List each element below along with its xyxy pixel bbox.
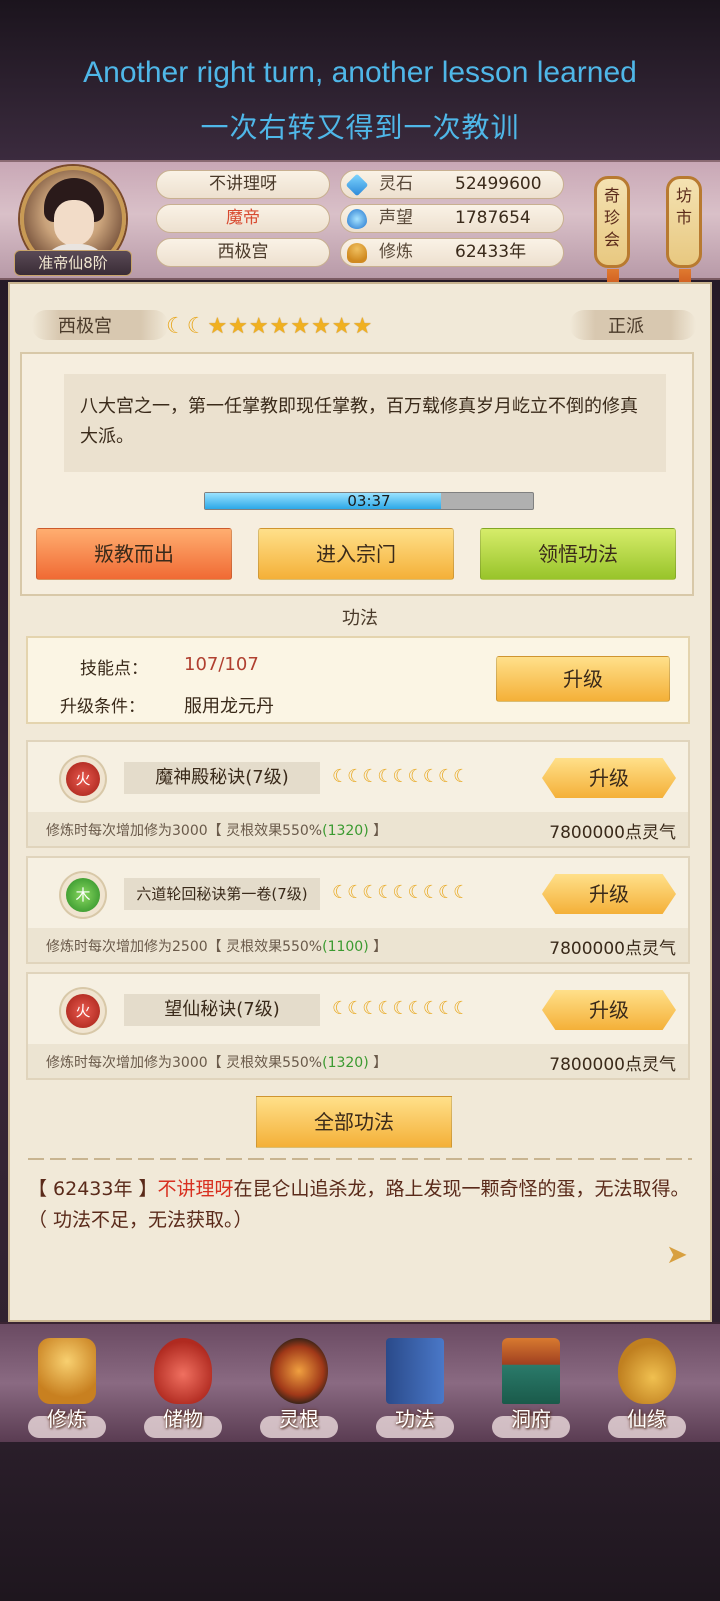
player-title: 魔帝: [156, 204, 330, 233]
all-skills-button[interactable]: 全部功法: [256, 1096, 452, 1148]
skill-upgrade-button[interactable]: 升级: [542, 758, 676, 798]
leave-sect-button[interactable]: 叛教而出: [36, 528, 232, 580]
skill-cost: 7800000点灵气: [549, 939, 676, 959]
skill-info: 修炼时每次增加修为3000【 灵根效果550%(1320) 】: [46, 823, 388, 839]
sect-info-box: 八大宫之一，第一任掌教即现任掌教，百万载修真岁月屹立不倒的修真大派。 03:37…: [20, 352, 694, 596]
scroll-book-icon: [386, 1338, 444, 1404]
upgrade-skill-points-button[interactable]: 升级: [496, 656, 670, 702]
upgrade-condition-value: 服用龙元丹: [184, 696, 274, 717]
sect-name: 西极宫: [58, 316, 112, 337]
wood-element-icon: 木: [66, 878, 100, 912]
skill-card: 火 魔神殿秘诀(7级) ☾☾☾☾☾☾☾☾☾ 升级 修炼时每次增加修为3000【 …: [26, 740, 690, 848]
skill-upgrade-button[interactable]: 升级: [542, 874, 676, 914]
spirit-stone-icon: [345, 173, 369, 197]
star-icon: ★★★★★★★★: [207, 314, 374, 339]
nav-item-storage[interactable]: 储物: [138, 1334, 228, 1438]
meditation-figure-icon: [38, 1338, 96, 1404]
skill-card: 火 望仙秘诀(7级) ☾☾☾☾☾☾☾☾☾ 升级 修炼时每次增加修为3000【 灵…: [26, 972, 690, 1080]
sect-description: 八大宫之一，第一任掌教即现任掌教，百万载修真岁月屹立不倒的修真大派。: [64, 374, 666, 472]
skill-info: 修炼时每次增加修为2500【 灵根效果550%(1100) 】: [46, 939, 388, 955]
gourd-icon: [618, 1338, 676, 1404]
sect-rating: ☾☾★★★★★★★★: [166, 314, 373, 339]
enter-sect-button[interactable]: 进入宗门: [258, 528, 454, 580]
meditation-icon: [347, 243, 367, 263]
player-name: 不讲理呀: [156, 170, 330, 199]
comprehend-skill-button[interactable]: 领悟功法: [480, 528, 676, 580]
spirit-root-icon: [270, 1338, 328, 1404]
stat-fame: 声望 1787654: [340, 204, 564, 233]
skill-name: 六道轮回秘诀第一卷(7级): [124, 878, 320, 910]
skill-upgrade-button[interactable]: 升级: [542, 990, 676, 1030]
nav-item-spirit-root[interactable]: 灵根: [254, 1334, 344, 1438]
treasure-fair-lantern-button[interactable]: 奇 珍 会: [594, 176, 630, 301]
timer-progress-bar: 03:37: [204, 492, 534, 510]
player-header: 准帝仙8阶 不讲理呀 魔帝 西极宫 灵石 52499600 声望 1787654…: [0, 160, 720, 301]
nav-item-skills[interactable]: 功法: [370, 1334, 460, 1438]
stat-spirit-stone: 灵石 52499600: [340, 170, 564, 199]
skill-card: 木 六道轮回秘诀第一卷(7级) ☾☾☾☾☾☾☾☾☾ 升级 修炼时每次增加修为25…: [26, 856, 690, 964]
skill-name: 魔神殿秘诀(7级): [124, 762, 320, 794]
skill-level-moons: ☾☾☾☾☾☾☾☾☾: [332, 998, 469, 1019]
fire-element-icon: 火: [66, 994, 100, 1028]
nav-item-fate[interactable]: 仙缘: [602, 1334, 692, 1438]
skill-level-moons: ☾☾☾☾☾☾☾☾☾: [332, 766, 469, 787]
skill-points-value: 107/107: [184, 654, 259, 675]
skill-cost: 7800000点灵气: [549, 823, 676, 843]
bottom-navigation: 修炼 储物 灵根 功法 洞府 仙缘: [0, 1322, 720, 1442]
moon-icon: ☾☾: [166, 314, 208, 339]
event-log: 【 62433年 】不讲理呀在昆仑山追杀龙，路上发现一颗奇怪的蛋，无法取得。（ …: [28, 1178, 690, 1231]
player-rank: 准帝仙8阶: [14, 250, 132, 276]
treasure-bag-icon: [154, 1338, 212, 1404]
cave-palace-icon: [502, 1338, 560, 1404]
skill-name: 望仙秘诀(7级): [124, 994, 320, 1026]
timer-text: 03:37: [347, 492, 391, 510]
expand-arrow-icon[interactable]: ➤: [666, 1240, 698, 1272]
skill-level-moons: ☾☾☾☾☾☾☾☾☾: [332, 882, 469, 903]
skill-cost: 7800000点灵气: [549, 1055, 676, 1075]
nav-item-cave[interactable]: 洞府: [486, 1334, 576, 1438]
caption-chinese: 一次右转又得到一次教训: [200, 111, 520, 144]
sect-alignment: 正派: [608, 316, 644, 337]
player-sect: 西极宫: [156, 238, 330, 267]
fire-element-icon: 火: [66, 762, 100, 796]
skills-section-title: 功法: [342, 608, 378, 629]
fame-crystal-icon: [347, 209, 367, 229]
bottom-background: [0, 1442, 720, 1601]
video-caption: Another right turn, another lesson learn…: [0, 0, 720, 160]
skill-info: 修炼时每次增加修为3000【 灵根效果550%(1320) 】: [46, 1055, 388, 1071]
caption-english: Another right turn, another lesson learn…: [83, 56, 637, 89]
stat-cultivation: 修炼 62433年: [340, 238, 564, 267]
nav-item-cultivate[interactable]: 修炼: [22, 1334, 112, 1438]
market-lantern-button[interactable]: 坊 市: [666, 176, 702, 301]
upgrade-condition-label: 升级条件：: [60, 697, 145, 717]
divider: [28, 1158, 692, 1160]
skill-points-panel: 技能点： 107/107 升级条件： 服用龙元丹 升级: [26, 636, 690, 724]
log-player-name: 不讲理呀: [157, 1178, 234, 1200]
sect-main-panel: 西极宫 ☾☾★★★★★★★★ 正派 八大宫之一，第一任掌教即现任掌教，百万载修真…: [8, 282, 712, 1322]
skill-points-label: 技能点：: [80, 659, 148, 679]
